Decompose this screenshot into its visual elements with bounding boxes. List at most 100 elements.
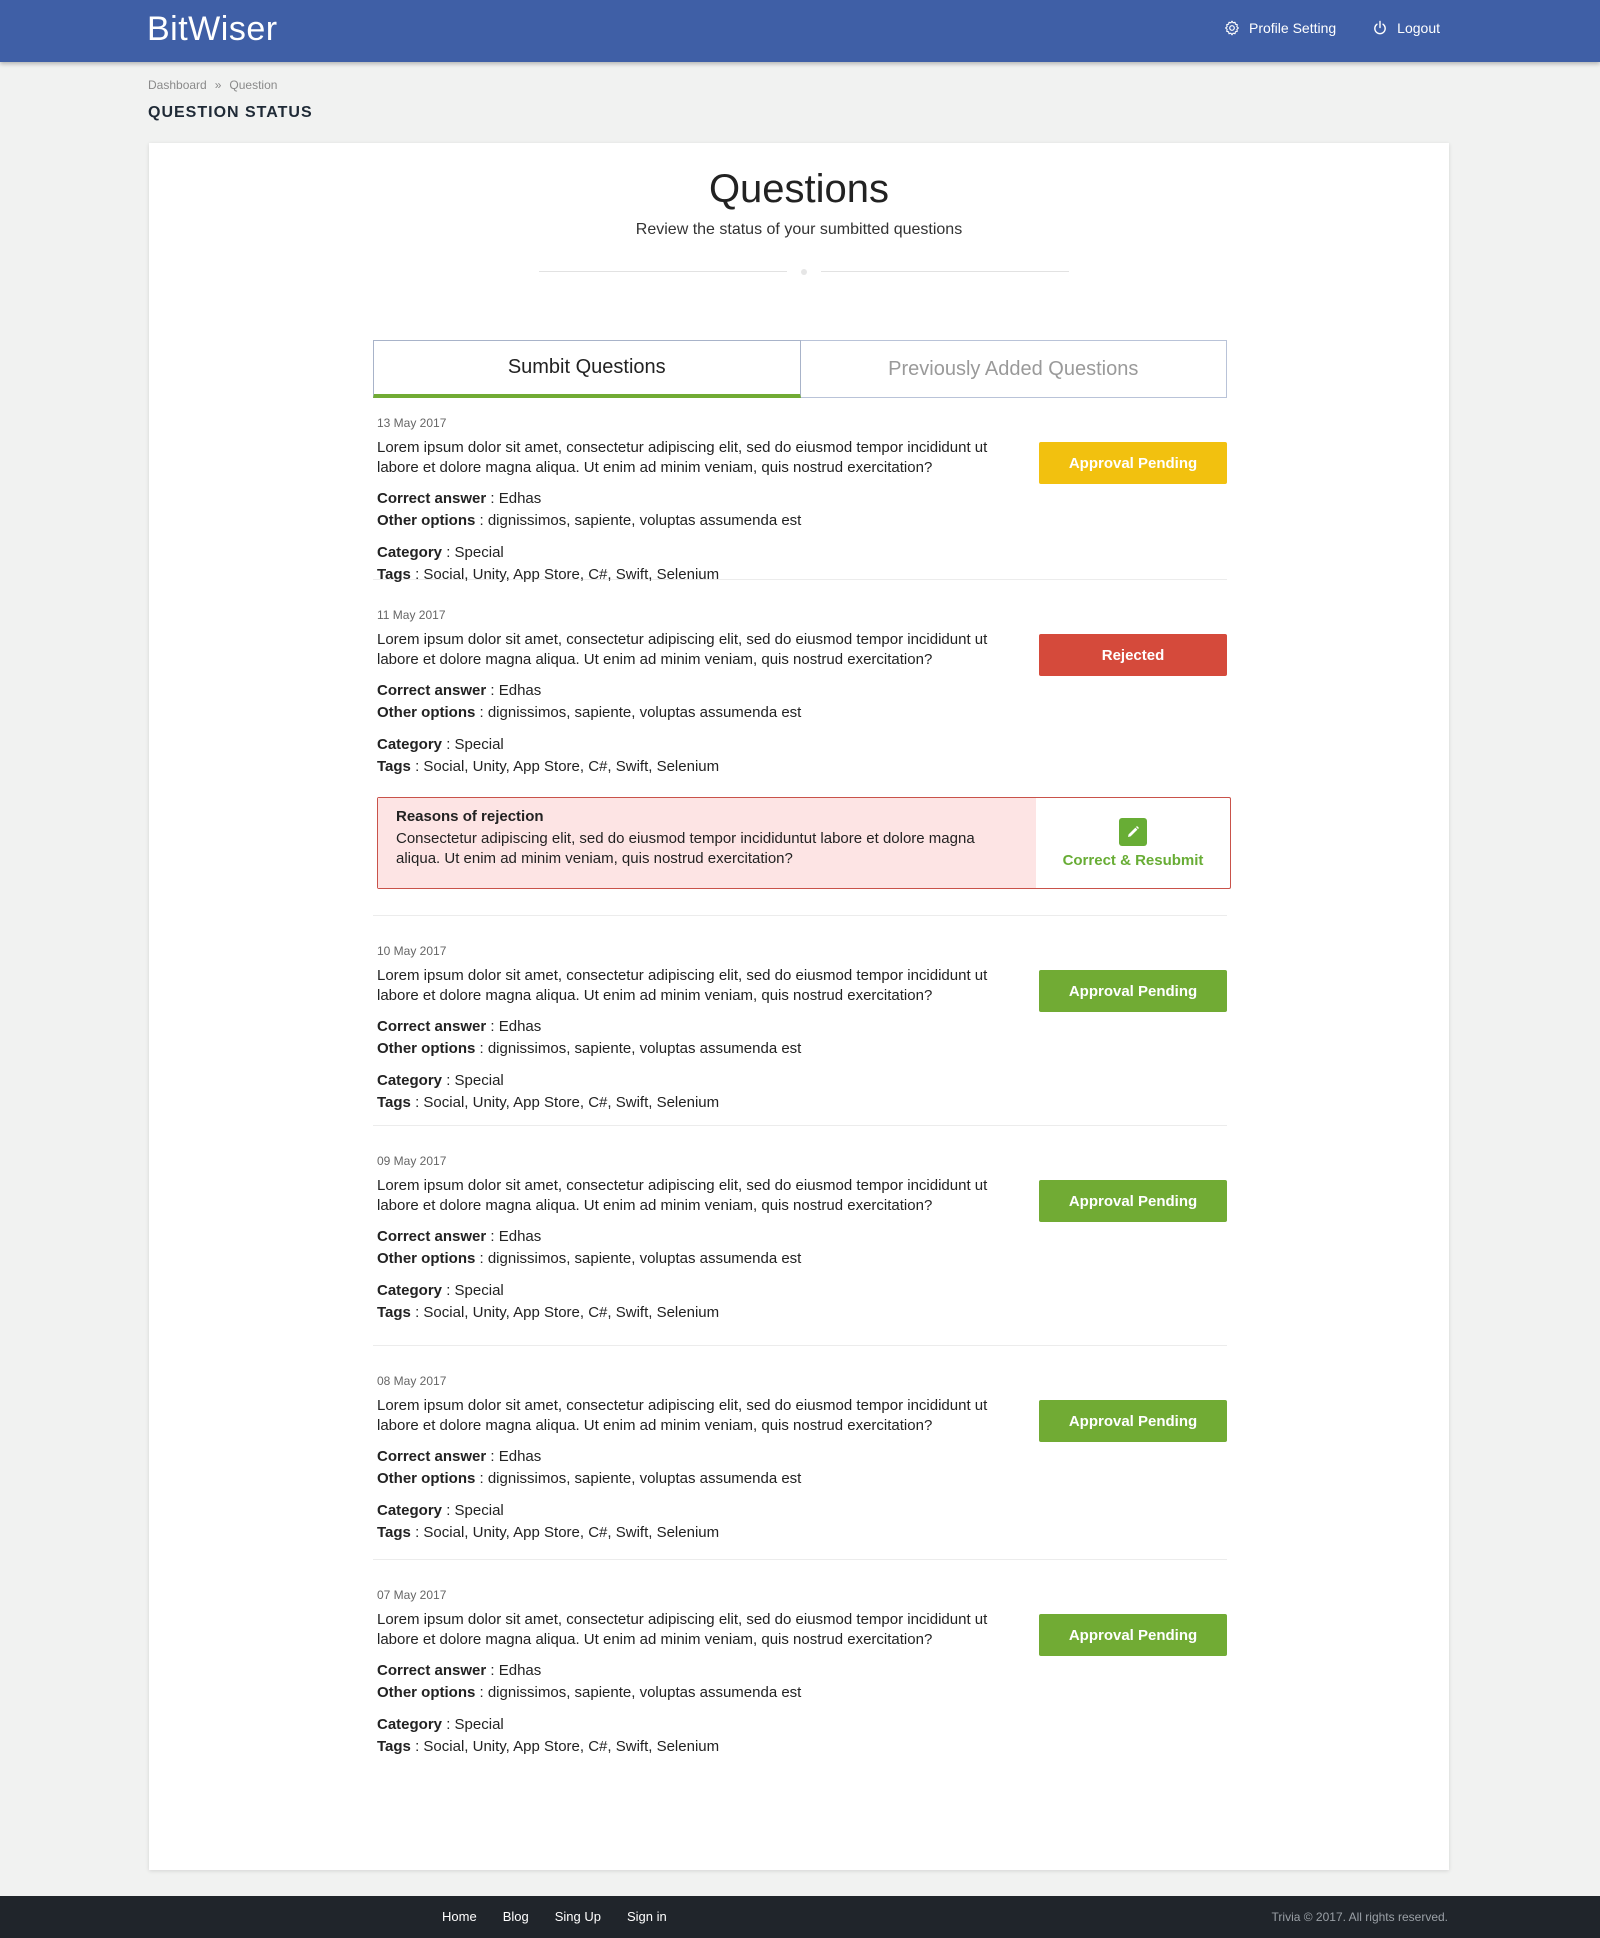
correct-resubmit-label: Correct & Resubmit	[1062, 851, 1204, 869]
tags-label: Tags	[377, 758, 411, 775]
question-text: Lorem ipsum dolor sit amet, consectetur …	[377, 1611, 988, 1648]
other-options-label: Other options	[377, 1040, 476, 1057]
category-row: Category : Special	[377, 1502, 504, 1519]
other-options-row: Other options : dignissimos, sapiente, v…	[377, 1684, 802, 1701]
breadcrumb: Dashboard » Question	[148, 78, 277, 92]
category-label: Category	[377, 1716, 443, 1733]
correct-answer-value: Edhas	[498, 1662, 542, 1679]
brand-logo[interactable]: BitWiser	[147, 10, 278, 49]
correct-answer-value: Edhas	[498, 682, 542, 699]
footer-links: Home Blog Sing Up Sign in	[442, 1909, 667, 1924]
correct-answer-row: Correct answer : Edhas	[377, 1448, 542, 1465]
profile-setting-link[interactable]: Profile Setting	[1224, 20, 1336, 36]
tags-label: Tags	[377, 1094, 411, 1111]
correct-resubmit-button[interactable]: Correct & Resubmit	[1036, 798, 1230, 888]
tags-label: Tags	[377, 1524, 411, 1541]
status-badge[interactable]: Approval Pending	[1039, 1400, 1227, 1442]
correct-answer-label: Correct answer	[377, 490, 487, 507]
category-row: Category : Special	[377, 544, 504, 561]
other-options-label: Other options	[377, 1684, 476, 1701]
correct-answer-label: Correct answer	[377, 1448, 487, 1465]
tags-row: Tags : Social, Unity, App Store, C#, Swi…	[377, 1304, 720, 1321]
other-options-value: dignissimos, sapiente, voluptas assumend…	[487, 1040, 802, 1057]
correct-answer-row: Correct answer : Edhas	[377, 682, 542, 699]
category-value: Special	[454, 736, 504, 753]
tags-value: Social, Unity, App Store, C#, Swift, Sel…	[423, 758, 720, 775]
category-label: Category	[377, 1072, 443, 1089]
page-title: QUESTION STATUS	[148, 104, 313, 121]
correct-answer-row: Correct answer : Edhas	[377, 1018, 542, 1035]
footer-link-blog[interactable]: Blog	[503, 1909, 529, 1924]
other-options-row: Other options : dignissimos, sapiente, v…	[377, 512, 802, 529]
top-navbar: BitWiser Profile Setting Logout	[0, 0, 1600, 62]
correct-answer-label: Correct answer	[377, 1228, 487, 1245]
other-options-label: Other options	[377, 1250, 476, 1267]
other-options-label: Other options	[377, 512, 476, 529]
correct-answer-row: Correct answer : Edhas	[377, 1228, 542, 1245]
logout-link[interactable]: Logout	[1372, 20, 1440, 36]
header-actions: Profile Setting Logout	[1224, 20, 1440, 36]
footer-link-home[interactable]: Home	[442, 1909, 477, 1924]
status-badge[interactable]: Approval Pending	[1039, 442, 1227, 484]
tags-label: Tags	[377, 1304, 411, 1321]
pencil-icon	[1119, 817, 1147, 846]
footer-copyright: Trivia © 2017. All rights reserved.	[1271, 1910, 1448, 1924]
other-options-row: Other options : dignissimos, sapiente, v…	[377, 1250, 802, 1267]
tags-value: Social, Unity, App Store, C#, Swift, Sel…	[423, 1738, 720, 1755]
tags-row: Tags : Social, Unity, App Store, C#, Swi…	[377, 758, 720, 775]
other-options-row: Other options : dignissimos, sapiente, v…	[377, 704, 802, 721]
footer-link-signin[interactable]: Sign in	[627, 1909, 667, 1924]
other-options-label: Other options	[377, 704, 476, 721]
tags-row: Tags : Social, Unity, App Store, C#, Swi…	[377, 1524, 720, 1541]
other-options-value: dignissimos, sapiente, voluptas assumend…	[487, 1684, 802, 1701]
correct-answer-label: Correct answer	[377, 1018, 487, 1035]
footer-link-signup[interactable]: Sing Up	[555, 1909, 601, 1924]
correct-answer-row: Correct answer : Edhas	[377, 490, 542, 507]
category-label: Category	[377, 736, 443, 753]
question-item: 13 May 2017 Lorem ipsum dolor sit amet, c…	[373, 388, 1227, 583]
rejection-reasons-box: Reasons of rejection Consectetur adipisc…	[377, 797, 1231, 889]
logout-label: Logout	[1397, 20, 1440, 36]
question-item: 10 May 2017 Lorem ipsum dolor sit amet, c…	[373, 916, 1227, 1126]
breadcrumb-question: Question	[229, 78, 278, 92]
correct-answer-value: Edhas	[498, 1448, 542, 1465]
status-badge[interactable]: Approval Pending	[1039, 1180, 1227, 1222]
breadcrumb-separator: »	[214, 78, 222, 92]
category-label: Category	[377, 1502, 443, 1519]
rejection-reasons: Reasons of rejection Consectetur adipisc…	[378, 798, 1036, 888]
tags-label: Tags	[377, 1738, 411, 1755]
question-text: Lorem ipsum dolor sit amet, consectetur …	[377, 439, 988, 476]
correct-answer-label: Correct answer	[377, 682, 487, 699]
status-badge[interactable]: Approval Pending	[1039, 970, 1227, 1012]
gear-icon	[1225, 20, 1239, 36]
other-options-value: dignissimos, sapiente, voluptas assumend…	[487, 512, 802, 529]
question-text: Lorem ipsum dolor sit amet, consectetur …	[377, 1177, 988, 1214]
questions-card: Questions Review the status of your sumb…	[149, 143, 1449, 1870]
question-item: 09 May 2017 Lorem ipsum dolor sit amet, c…	[373, 1126, 1227, 1346]
footer: Home Blog Sing Up Sign in Trivia © 2017.…	[0, 1896, 1600, 1938]
other-options-value: dignissimos, sapiente, voluptas assumend…	[487, 704, 802, 721]
decorative-divider	[539, 267, 1069, 277]
status-badge[interactable]: Rejected	[1039, 634, 1227, 676]
question-date: 09 May 2017	[377, 1154, 447, 1168]
category-value: Special	[454, 1282, 504, 1299]
category-label: Category	[377, 544, 443, 561]
tags-value: Social, Unity, App Store, C#, Swift, Sel…	[423, 1304, 720, 1321]
status-badge[interactable]: Approval Pending	[1039, 1614, 1227, 1656]
hero-title: Questions	[708, 167, 890, 211]
correct-answer-value: Edhas	[498, 1228, 542, 1245]
correct-answer-row: Correct answer : Edhas	[377, 1662, 542, 1679]
category-value: Special	[454, 1502, 504, 1519]
question-text: Lorem ipsum dolor sit amet, consectetur …	[377, 1397, 988, 1434]
question-list: 13 May 2017 Lorem ipsum dolor sit amet, c…	[373, 388, 1227, 1770]
category-value: Special	[454, 544, 504, 561]
profile-setting-label: Profile Setting	[1249, 20, 1337, 36]
category-value: Special	[454, 1716, 504, 1733]
question-text: Lorem ipsum dolor sit amet, consectetur …	[377, 631, 988, 668]
other-options-value: dignissimos, sapiente, voluptas assumend…	[487, 1250, 802, 1267]
breadcrumb-dashboard[interactable]: Dashboard	[148, 78, 207, 92]
rejection-title: Reasons of rejection	[396, 808, 544, 825]
other-options-row: Other options : dignissimos, sapiente, v…	[377, 1040, 802, 1057]
power-icon	[1374, 20, 1387, 35]
correct-answer-value: Edhas	[498, 1018, 542, 1035]
